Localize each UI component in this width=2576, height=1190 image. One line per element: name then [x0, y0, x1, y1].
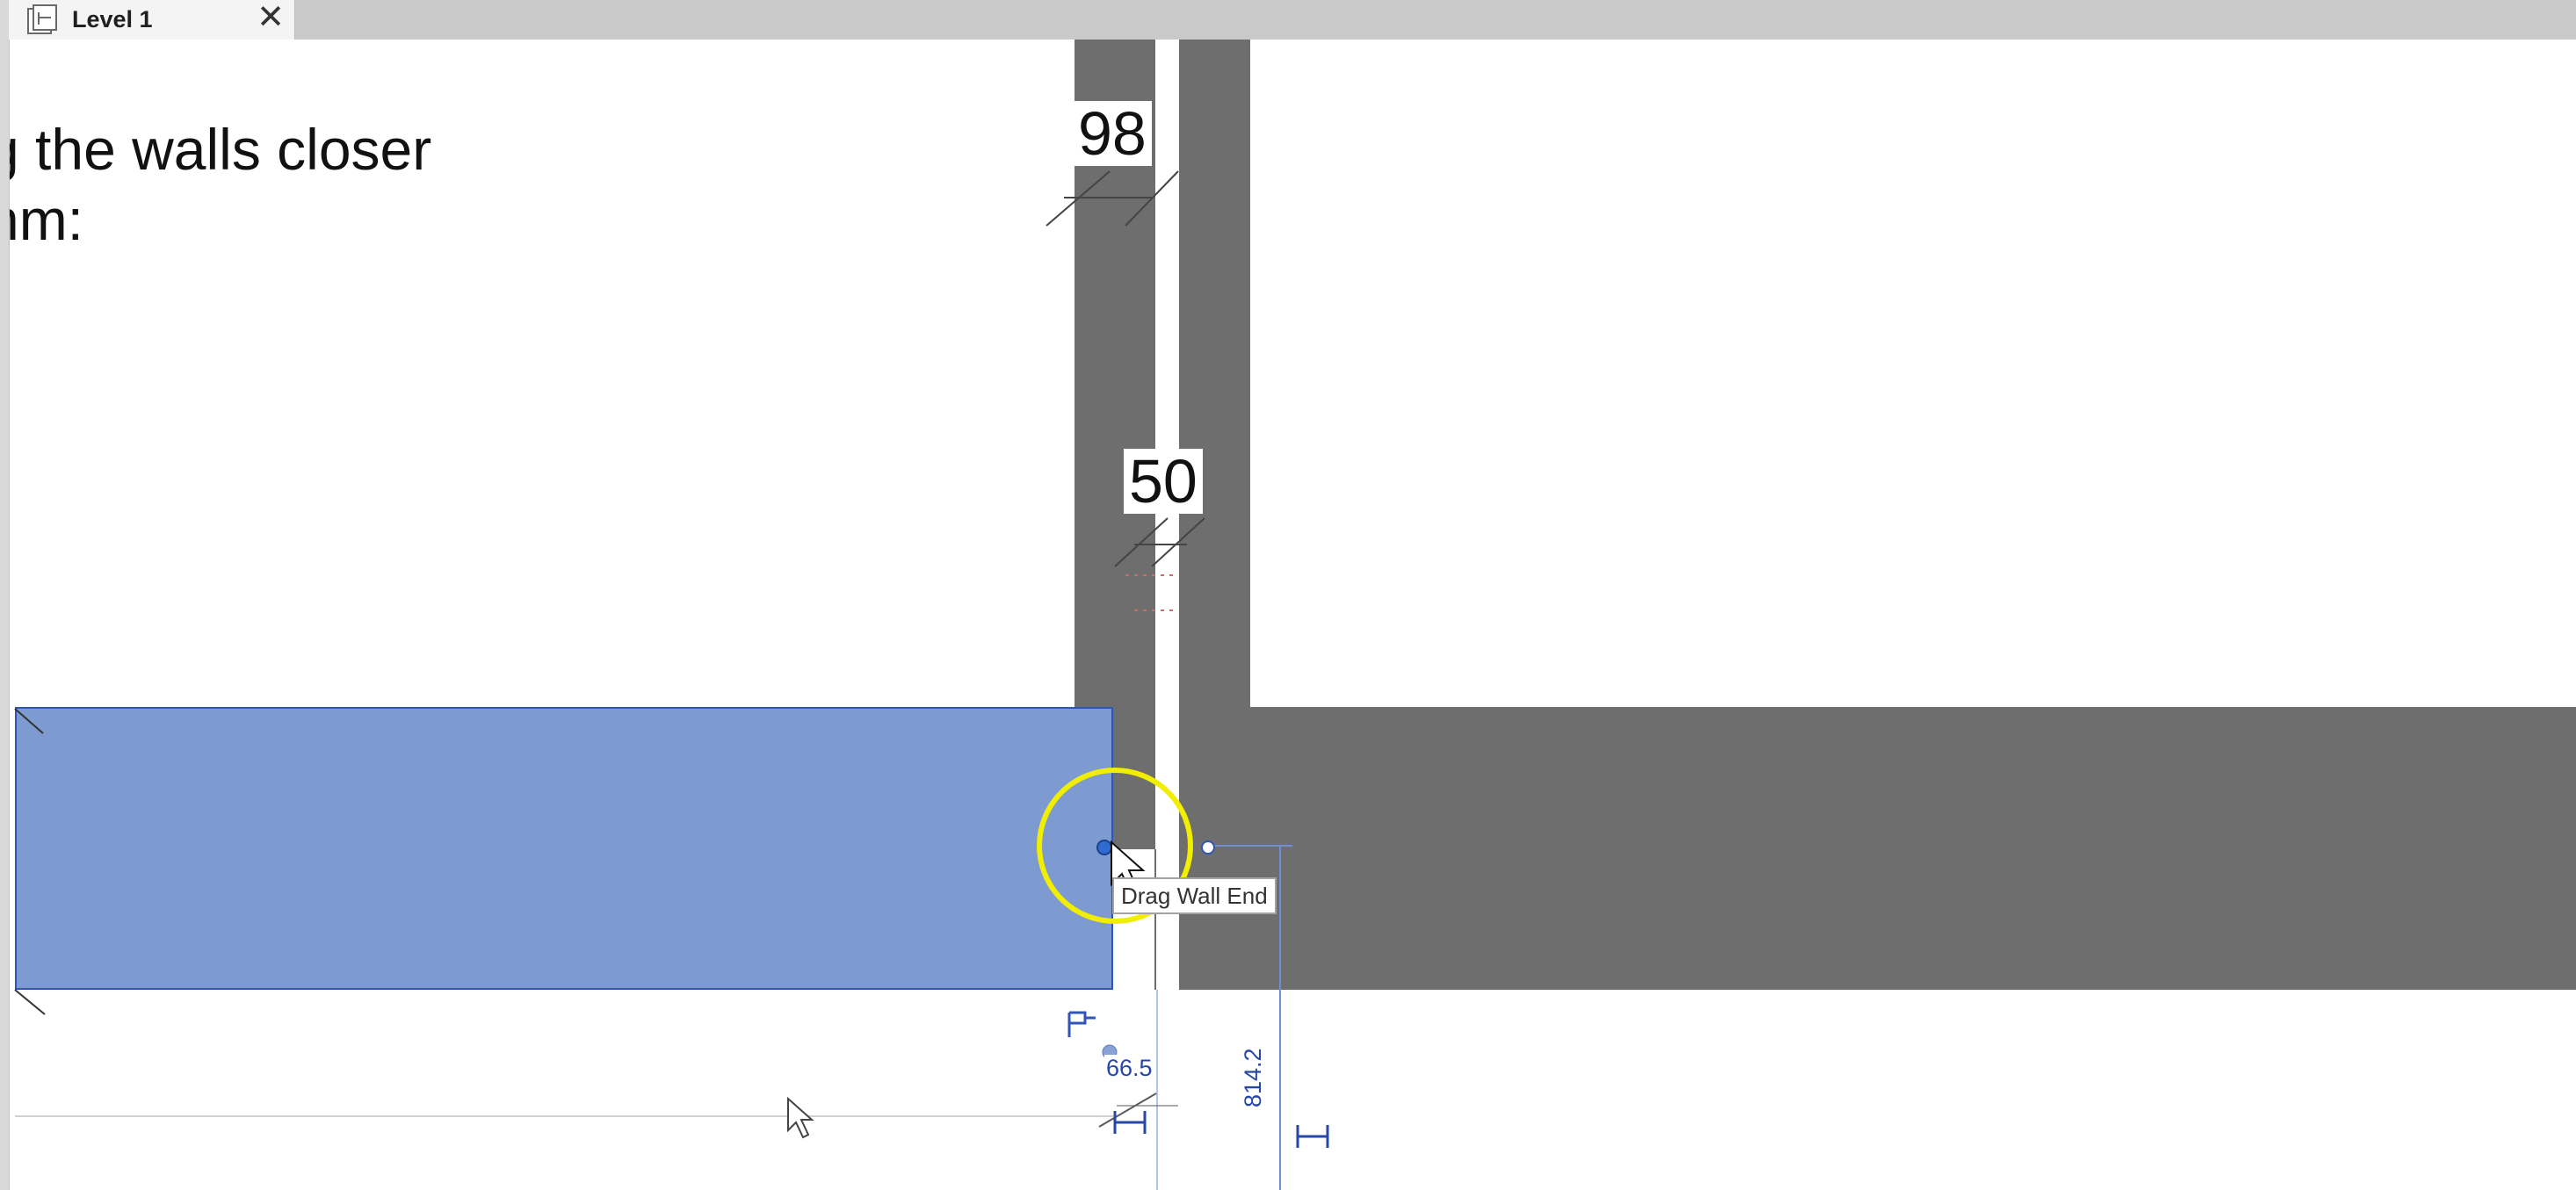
dimension-label-98[interactable]: 98 [1073, 101, 1152, 166]
wall-end-grip-secondary [1201, 840, 1215, 855]
dimension-label-50[interactable]: 50 [1124, 449, 1203, 514]
close-icon[interactable]: ✕ [255, 1, 286, 34]
flip-control-icon [1067, 1011, 1096, 1037]
mouse-cursor-ghost-icon [787, 1096, 814, 1139]
tab-level-1[interactable]: Level 1 ✕ [9, 0, 295, 40]
wall-end-mark-bottom [14, 989, 46, 1015]
temp-dim-ibeam-icon-2 [1296, 1125, 1329, 1148]
view-tab-strip [0, 0, 2576, 40]
drawing-canvas[interactable]: g the walls closer nm: [10, 40, 2576, 1190]
temp-dimension-bottom[interactable]: 66.5 [1104, 1055, 1154, 1082]
wall-end-mark-top [14, 708, 44, 734]
floor-plan-view-icon [23, 4, 60, 37]
tab-label: Level 1 [72, 6, 153, 32]
wall-end-grip [1096, 840, 1112, 855]
temp-dimension-vertical[interactable]: 814.2 [1240, 1046, 1267, 1109]
tooltip-drag-wall-end: Drag Wall End [1112, 877, 1277, 914]
annotation-overlay [14, 170, 1329, 1190]
window-left-edge [0, 0, 10, 1190]
